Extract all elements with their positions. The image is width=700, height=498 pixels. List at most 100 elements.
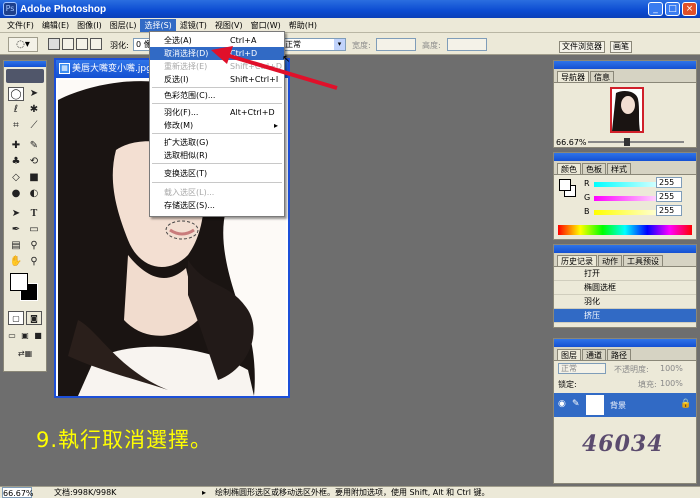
status-doc-info: 文档:998K/998K [54, 488, 117, 497]
magic-wand-tool-icon[interactable]: ✱ [26, 103, 42, 117]
blur-tool-icon[interactable]: ● [8, 187, 24, 201]
adobe-online-logo[interactable] [6, 69, 44, 83]
menu-item-save-selection[interactable]: 存储选区(S)... [150, 199, 284, 212]
tab-history[interactable]: 历史记录 [557, 255, 597, 266]
selection-mode-group [48, 38, 104, 51]
menu-item-similar[interactable]: 选取相似(R) [150, 149, 284, 162]
shape-tool-icon[interactable]: ▭ [26, 223, 42, 237]
g-value-input[interactable]: 255 [656, 191, 682, 202]
history-item[interactable]: 羽化 [554, 295, 696, 309]
height-input[interactable] [447, 38, 487, 51]
history-item[interactable]: 打开 [554, 267, 696, 281]
tab-styles[interactable]: 样式 [607, 163, 631, 174]
navigator-thumbnail[interactable] [610, 87, 644, 133]
watermark-text: 46034 [582, 431, 664, 457]
close-button[interactable]: × [682, 2, 697, 16]
notes-tool-icon[interactable]: ▤ [8, 239, 24, 253]
tab-actions[interactable]: 动作 [598, 255, 622, 266]
menu-edit[interactable]: 编辑(E) [38, 19, 73, 32]
tab-navigator[interactable]: 导航器 [557, 71, 589, 82]
zoom-tool-icon[interactable]: ⚲ [26, 255, 42, 269]
tab-color[interactable]: 颜色 [557, 163, 581, 174]
layer-row-background[interactable]: ◉ ✎ 背景 🔒 [554, 393, 696, 417]
path-selection-tool-icon[interactable]: ➤ [8, 207, 24, 221]
quick-mask-mode-icon[interactable]: ◙ [26, 311, 42, 325]
add-selection-icon[interactable] [62, 38, 74, 50]
full-screen-menu-icon[interactable]: ▣ [19, 329, 31, 343]
fill-label: 填充: [638, 380, 657, 389]
hand-tool-icon[interactable]: ✋ [8, 255, 24, 269]
menu-item-feather[interactable]: 羽化(F)... Alt+Ctrl+D [150, 106, 284, 119]
navigator-zoom[interactable]: 66.67% [556, 138, 587, 147]
slice-tool-icon[interactable]: ⟋ [26, 119, 42, 133]
gradient-tool-icon[interactable]: ■ [26, 171, 42, 185]
menu-item-load-selection[interactable]: 载入选区(L)... [150, 186, 284, 199]
eye-icon[interactable]: ◉ [558, 399, 566, 409]
new-selection-icon[interactable] [48, 38, 60, 50]
menu-item-modify[interactable]: 修改(M) ▸ [150, 119, 284, 132]
history-item-selected[interactable]: 挤压 [554, 309, 696, 323]
standard-screen-icon[interactable]: ▭ [6, 329, 18, 343]
menu-view[interactable]: 视图(V) [211, 19, 247, 32]
eyedropper-tool-icon[interactable]: ⚲ [26, 239, 42, 253]
feather-label: 羽化: [110, 41, 129, 50]
document-icon: ▦ [59, 63, 70, 74]
marquee-tool-icon[interactable]: ◯ [8, 87, 24, 101]
zoom-slider-handle[interactable] [624, 138, 630, 146]
tab-swatches[interactable]: 色板 [582, 163, 606, 174]
tab-layers[interactable]: 图层 [557, 349, 581, 360]
tab-tool-presets[interactable]: 工具预设 [623, 255, 663, 266]
crop-tool-icon[interactable]: ⌗ [8, 119, 24, 133]
type-tool-icon[interactable]: T [26, 207, 42, 221]
brush-tool-icon[interactable]: ✎ [26, 139, 42, 153]
eraser-tool-icon[interactable]: ◇ [8, 171, 24, 185]
width-label: 宽度: [352, 41, 371, 50]
minimize-button[interactable]: _ [648, 2, 663, 16]
menu-layer[interactable]: 图层(L) [106, 19, 141, 32]
color-foreground-swatch[interactable] [559, 179, 571, 191]
zoom-slider[interactable] [588, 141, 684, 143]
layer-thumbnail [586, 395, 604, 415]
menu-window[interactable]: 窗口(W) [247, 19, 285, 32]
brushes-tab[interactable]: 画笔 [610, 41, 632, 53]
color-spectrum-bar[interactable] [558, 225, 692, 235]
tab-channels[interactable]: 通道 [582, 349, 606, 360]
menu-select[interactable]: 选择(S) [140, 18, 176, 32]
menu-item-grow[interactable]: 扩大选取(G) [150, 136, 284, 149]
subtract-selection-icon[interactable] [76, 38, 88, 50]
blend-mode-select[interactable]: 正常 [558, 363, 606, 374]
menu-file[interactable]: 文件(F) [3, 19, 38, 32]
lasso-tool-icon[interactable]: ℓ [8, 103, 24, 117]
tab-info[interactable]: 信息 [590, 71, 614, 82]
history-item[interactable]: 椭圆选框 [554, 281, 696, 295]
menu-image[interactable]: 图像(I) [73, 19, 106, 32]
brush-icon: ✎ [572, 399, 580, 409]
clone-stamp-tool-icon[interactable]: ♣ [8, 155, 24, 169]
jump-to-imageready-icon[interactable]: ⇄▦ [8, 347, 42, 361]
status-arrow-icon[interactable]: ▸ [202, 487, 206, 498]
opacity-value[interactable]: 100% [660, 364, 683, 373]
move-tool-icon[interactable]: ➤ [26, 87, 42, 101]
pen-tool-icon[interactable]: ✒ [8, 223, 24, 237]
file-browser-tab[interactable]: 文件浏览器 [559, 41, 605, 53]
status-zoom[interactable]: 66.67% [2, 487, 34, 498]
intersect-selection-icon[interactable] [90, 38, 102, 50]
menu-help[interactable]: 帮助(H) [285, 19, 321, 32]
ellipse-marquee-preset-icon[interactable]: ◌▾ [8, 37, 38, 52]
status-hint: 绘制椭圆形选区或移动选区外框。要用附加选项，使用 Shift, Alt 和 Ct… [215, 488, 490, 497]
dodge-tool-icon[interactable]: ◐ [26, 187, 42, 201]
layer-name: 背景 [610, 401, 626, 410]
menu-filter[interactable]: 滤镜(T) [176, 19, 211, 32]
fill-value[interactable]: 100% [660, 379, 683, 388]
r-value-input[interactable]: 255 [656, 177, 682, 188]
foreground-color-swatch[interactable] [10, 273, 28, 291]
menu-item-transform-selection[interactable]: 变换选区(T) [150, 167, 284, 180]
full-screen-icon[interactable]: ■ [32, 329, 44, 343]
tab-paths[interactable]: 路径 [607, 349, 631, 360]
standard-mode-icon[interactable]: ▢ [8, 311, 24, 325]
b-value-input[interactable]: 255 [656, 205, 682, 216]
width-input[interactable] [376, 38, 416, 51]
history-brush-tool-icon[interactable]: ⟲ [26, 155, 42, 169]
healing-brush-tool-icon[interactable]: ✚ [8, 139, 24, 153]
maximize-button[interactable]: □ [665, 2, 680, 16]
